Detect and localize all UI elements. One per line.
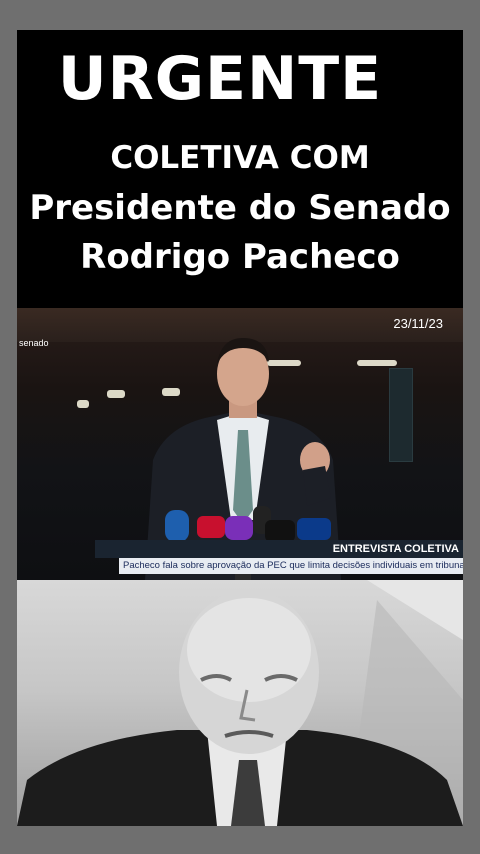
ceiling-light — [107, 390, 125, 398]
bald-man-figure — [17, 580, 463, 826]
video-date: 23/11/23 — [393, 316, 443, 331]
ceiling-light — [357, 360, 397, 366]
headline-name: Rodrigo Pacheco — [80, 237, 400, 277]
news-ticker: Pacheco fala sobre aprovação da PEC que … — [119, 558, 463, 574]
press-conference-image: senado 23/11/23 ENTREVISTA COLETIVA Pach… — [17, 308, 463, 580]
headline-coletiva: COLETIVA COM — [110, 140, 370, 176]
headline-presidente: Presidente do Senado — [29, 188, 451, 228]
video-frame: URGENTE COLETIVA COM Presidente do Senad… — [17, 30, 463, 826]
channel-logo: senado — [19, 338, 49, 348]
wall-panel — [389, 368, 413, 462]
ceiling-light — [77, 400, 89, 408]
lower-third-title: ENTREVISTA COLETIVA — [95, 540, 463, 558]
headline-urgente: URGENTE — [57, 44, 383, 114]
portrait-image — [17, 580, 463, 826]
